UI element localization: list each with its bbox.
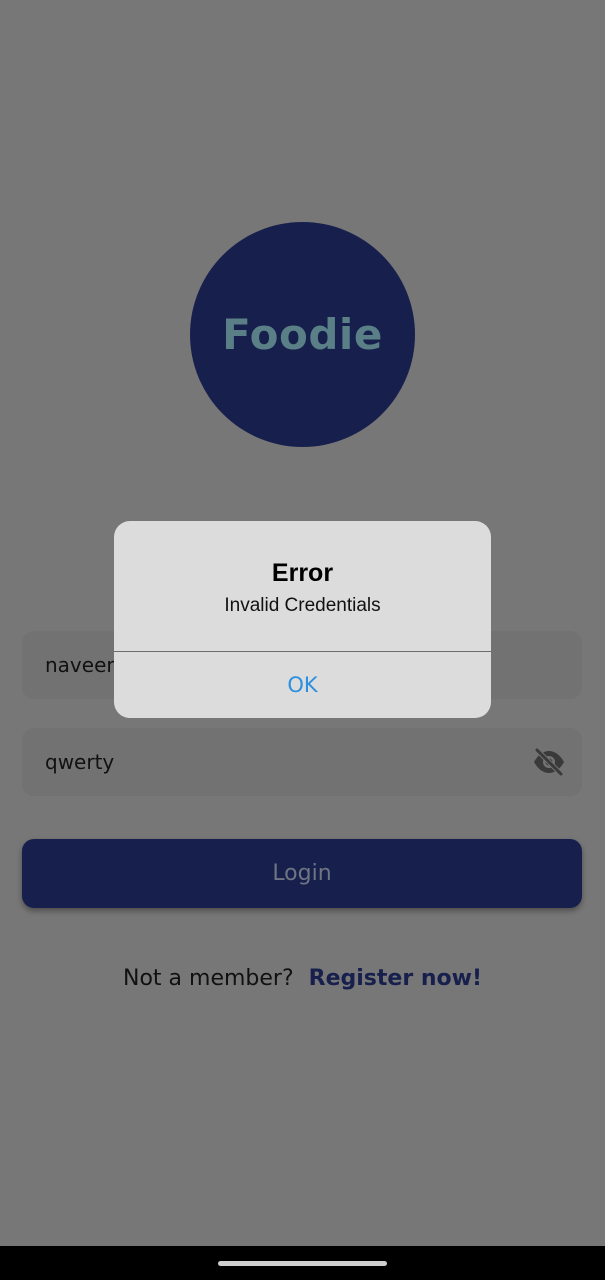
home-indicator[interactable] — [218, 1261, 387, 1266]
login-button[interactable]: Login — [22, 839, 582, 908]
dialog-ok-button[interactable]: OK — [114, 652, 491, 718]
login-screen: Foodie naveen qwerty Login Not a member?… — [0, 0, 605, 1246]
register-prompt: Not a member? — [123, 966, 294, 991]
username-value: naveen — [45, 653, 120, 677]
password-field[interactable]: qwerty — [22, 728, 582, 796]
register-link[interactable]: Register now! — [309, 966, 482, 991]
app-logo: Foodie — [190, 222, 415, 447]
register-row: Not a member? Register now! — [0, 966, 605, 991]
eye-off-icon[interactable] — [532, 746, 566, 778]
error-dialog: Error Invalid Credentials OK — [114, 521, 491, 718]
dialog-message: Invalid Credentials — [224, 595, 381, 616]
dialog-title: Error — [271, 559, 334, 587]
login-label: Login — [272, 861, 332, 886]
logo-text: Foodie — [222, 310, 383, 359]
password-value: qwerty — [45, 750, 115, 774]
navigation-bar — [0, 1246, 605, 1280]
